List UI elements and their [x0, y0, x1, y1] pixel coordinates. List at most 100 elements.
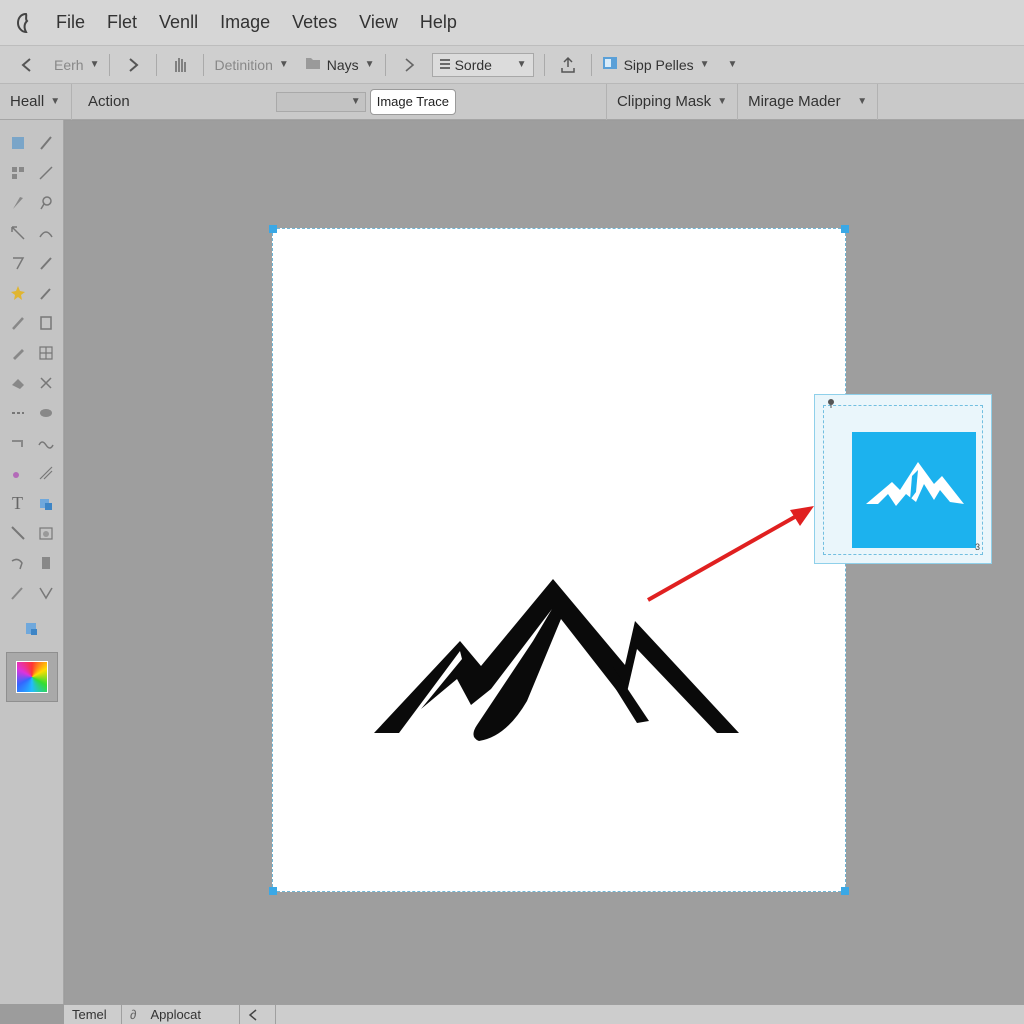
fill-stroke-control[interactable]: [5, 652, 58, 702]
menu-image[interactable]: Image: [220, 12, 270, 33]
brush-tool-icon[interactable]: [35, 252, 57, 274]
pin-icon: [826, 398, 836, 410]
status-tab-applocat[interactable]: ∂ Applocat: [122, 1004, 240, 1024]
tool-row: [0, 338, 63, 368]
pencil-tool-icon[interactable]: [7, 312, 29, 334]
gradient-tool-icon[interactable]: [35, 552, 57, 574]
scroll-left-button[interactable]: [240, 1004, 276, 1024]
list-icon: [439, 57, 451, 73]
slice-tool-icon[interactable]: [7, 522, 29, 544]
symbol-tool-icon[interactable]: [7, 462, 29, 484]
type-tool-icon[interactable]: T: [7, 492, 29, 514]
menu-view[interactable]: View: [359, 12, 398, 33]
menu-help[interactable]: Help: [420, 12, 457, 33]
menu-edit[interactable]: Flet: [107, 12, 137, 33]
mirage-label: Mirage Mader: [748, 93, 841, 110]
definition-dropdown[interactable]: Detinition ▼: [214, 57, 288, 73]
menu-bar: File Flet Venll Image Vetes View Help: [0, 0, 1024, 46]
status-tab-temel-label: Temel: [72, 1007, 107, 1022]
sipp-pelles-label: Sipp Pelles: [623, 56, 694, 73]
traced-logo-tile[interactable]: [852, 432, 976, 548]
tool-row: [0, 548, 63, 578]
chevron-down-icon: ▼: [278, 59, 289, 70]
mirage-dropdown[interactable]: Mirage Mader ▼: [738, 83, 879, 120]
shape-builder-tool-icon[interactable]: [35, 492, 57, 514]
mountain-outline-icon: [866, 462, 964, 506]
corner-number: 3: [974, 542, 980, 552]
divider: [156, 53, 158, 76]
hand-icon[interactable]: [167, 52, 193, 78]
action-label-wrap: Action: [72, 84, 140, 120]
chevron-down-icon: ▼: [516, 59, 527, 70]
menu-object[interactable]: Venll: [159, 12, 198, 33]
sipp-pelles-dropdown[interactable]: Sipp Pelles ▼ ▼: [602, 56, 738, 73]
chevron-down-icon: ▼: [699, 59, 710, 70]
hand-tool-icon[interactable]: [7, 552, 29, 574]
head-dropdown[interactable]: Heall ▼: [0, 83, 72, 120]
tool-row: [0, 188, 63, 218]
warp-tool-icon[interactable]: [35, 222, 57, 244]
forward-icon[interactable]: [120, 52, 146, 78]
chevron-down-icon: ▼: [857, 96, 868, 107]
divider: [384, 53, 386, 76]
sorde-select[interactable]: Sorde ▼: [431, 52, 534, 77]
status-tab-temel[interactable]: Temel: [64, 1004, 122, 1024]
rotate-tool-icon[interactable]: [7, 432, 29, 454]
tool-row: T: [0, 488, 63, 518]
divider: [590, 53, 592, 76]
lasso-tool-icon[interactable]: [35, 192, 57, 214]
eraser-tool-icon[interactable]: [7, 372, 29, 394]
tool-row: [0, 278, 63, 308]
width-tool-icon[interactable]: [35, 582, 57, 604]
chevron-down-icon: ▼: [50, 96, 61, 107]
nays-label: Nays: [326, 56, 359, 73]
type-path-tool-icon[interactable]: [7, 252, 29, 274]
scale-tool-icon[interactable]: [7, 222, 29, 244]
app-logo-icon[interactable]: [14, 11, 38, 35]
chevron-down-icon: ▼: [364, 59, 375, 70]
upload-icon[interactable]: [555, 52, 581, 78]
nays-dropdown[interactable]: Nays ▼: [305, 56, 375, 73]
options-bar: Heall ▼ Action ▼ Image Trace Clipping Ma…: [0, 83, 1024, 120]
chevron-down-icon[interactable]: ▼: [728, 59, 738, 70]
tool-row: [0, 614, 63, 644]
menu-select[interactable]: Vetes: [292, 12, 337, 33]
status-bar: Temel ∂ Applocat: [64, 1004, 1024, 1024]
mesh-tool-icon[interactable]: [35, 462, 57, 484]
ellipse-tool-icon[interactable]: [35, 402, 57, 424]
trace-preview-panel[interactable]: 3: [814, 394, 992, 564]
clipping-mask-dropdown[interactable]: Clipping Mask ▼: [605, 83, 739, 120]
selection-tool-icon[interactable]: [7, 132, 29, 154]
scissors-tool-icon[interactable]: [35, 372, 57, 394]
table-tool-icon[interactable]: [35, 342, 57, 364]
direct-selection-tool-icon[interactable]: [35, 132, 57, 154]
arrow-right-icon[interactable]: [396, 52, 422, 78]
chart-tool-icon[interactable]: [35, 522, 57, 544]
zoom-tool-icon[interactable]: [21, 618, 43, 640]
back-icon[interactable]: [14, 52, 40, 78]
knife-tool-icon[interactable]: [7, 192, 29, 214]
preset-dropdown[interactable]: ▼: [275, 91, 366, 112]
tool-row: [0, 368, 63, 398]
color-swatch[interactable]: [15, 661, 48, 693]
tool-row: [0, 578, 63, 608]
tool-row: [0, 428, 63, 458]
wave-tool-icon[interactable]: [35, 432, 57, 454]
menu-file[interactable]: File: [56, 12, 85, 33]
image-trace-button[interactable]: Image Trace: [369, 88, 456, 115]
search-dropdown[interactable]: Eerh ▼: [54, 57, 99, 73]
search-label: Eerh: [54, 56, 84, 73]
pen-tool-icon[interactable]: [35, 162, 57, 184]
divider: [109, 53, 111, 76]
blob-brush-tool-icon[interactable]: [7, 342, 29, 364]
eyedropper-tool-icon[interactable]: [35, 282, 57, 304]
feather-tool-icon[interactable]: [7, 582, 29, 604]
grid-tool-icon[interactable]: [7, 162, 29, 184]
chevron-down-icon: ▼: [89, 59, 100, 70]
tool-row: [0, 248, 63, 278]
chevron-down-icon: ▼: [350, 96, 361, 107]
line-tool-icon[interactable]: [7, 402, 29, 424]
star-tool-icon[interactable]: [7, 282, 29, 304]
folder-icon: [305, 56, 321, 73]
artboard-tool-icon[interactable]: [35, 312, 57, 334]
